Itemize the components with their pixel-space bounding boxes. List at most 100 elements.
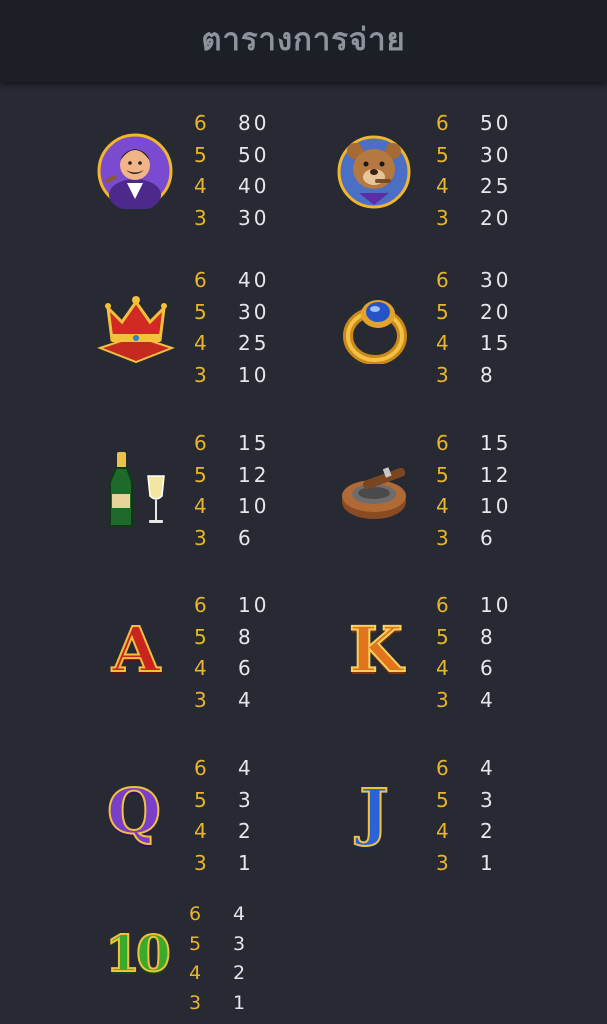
- champagne-icon: [104, 450, 168, 530]
- payout-value: 2: [233, 962, 249, 984]
- count-label: 6: [436, 431, 449, 455]
- payout-value: 10: [238, 362, 270, 387]
- payout-value: 30: [238, 299, 270, 324]
- count-label: 3: [436, 525, 449, 550]
- count-label: 3: [436, 362, 449, 387]
- payout-value: 4: [238, 687, 254, 712]
- letter-a-icon: A: [111, 612, 161, 687]
- payout-value: 40: [238, 174, 270, 199]
- count-label: 5: [194, 299, 207, 324]
- cigar-ashtray-icon: [340, 460, 410, 522]
- count-label: 6: [194, 593, 207, 617]
- payout-value: 15: [480, 431, 512, 455]
- payout-value: 4: [233, 903, 249, 925]
- count-label: 5: [194, 624, 207, 649]
- payout-value: 50: [480, 111, 512, 135]
- payout-value: 10: [238, 494, 270, 519]
- count-label: 6: [194, 431, 207, 455]
- count-label: 3: [194, 362, 207, 387]
- count-label: 5: [189, 932, 202, 955]
- count-label: 5: [436, 299, 449, 324]
- payout-value: 30: [238, 205, 270, 230]
- payout-value: 25: [238, 331, 270, 356]
- count-label: 5: [436, 624, 449, 649]
- payout-value: 6: [480, 656, 496, 681]
- count-label: 4: [194, 819, 207, 844]
- count-label: 4: [194, 174, 207, 199]
- count-label: 3: [436, 687, 449, 712]
- count-label: 3: [436, 205, 449, 230]
- count-label: 6: [436, 111, 449, 135]
- count-label: 3: [194, 205, 207, 230]
- count-label: 6: [436, 756, 449, 780]
- count-label: 5: [194, 462, 207, 487]
- count-label: 3: [194, 525, 207, 550]
- count-label: 6: [194, 111, 207, 135]
- count-label: 5: [436, 142, 449, 167]
- number-10-icon: 10: [104, 923, 172, 984]
- payout-value: 8: [480, 624, 496, 649]
- count-label: 6: [194, 268, 207, 292]
- payout-value: 80: [238, 111, 270, 135]
- payout-value: 20: [480, 299, 512, 324]
- payout-value: 2: [238, 819, 254, 844]
- count-label: 5: [194, 787, 207, 812]
- payout-value: 1: [238, 850, 254, 875]
- payout-value: 4: [238, 756, 254, 780]
- count-label: 3: [189, 991, 202, 1014]
- payout-value: 10: [480, 494, 512, 519]
- payout-value: 4: [480, 756, 496, 780]
- letter-q-icon: Q: [106, 774, 162, 849]
- crown-icon: [96, 288, 176, 368]
- payout-value: 3: [238, 787, 254, 812]
- payout-value: 25: [480, 174, 512, 199]
- payout-value: 12: [238, 462, 270, 487]
- payout-value: 8: [480, 362, 496, 387]
- payout-value: 50: [238, 142, 270, 167]
- sapphire-ring-icon: [340, 292, 410, 365]
- count-label: 4: [436, 174, 449, 199]
- payout-value: 1: [480, 850, 496, 875]
- payout-value: 10: [238, 593, 270, 617]
- payout-value: 6: [480, 525, 496, 550]
- letter-j-icon: J: [358, 774, 389, 849]
- count-label: 3: [194, 850, 207, 875]
- count-label: 6: [436, 593, 449, 617]
- payout-value: 15: [238, 431, 270, 455]
- payout-value: 30: [480, 268, 512, 292]
- count-label: 4: [436, 331, 449, 356]
- header-bar: ตารางการจ่าย: [0, 0, 607, 82]
- count-label: 5: [194, 142, 207, 167]
- count-label: 4: [194, 656, 207, 681]
- count-label: 5: [436, 462, 449, 487]
- count-label: 6: [189, 903, 202, 925]
- count-label: 4: [194, 494, 207, 519]
- payout-value: 6: [238, 525, 254, 550]
- count-label: 6: [436, 268, 449, 292]
- payout-value: 3: [480, 787, 496, 812]
- count-label: 4: [436, 656, 449, 681]
- payout-value: 8: [238, 624, 254, 649]
- count-label: 4: [436, 819, 449, 844]
- bear-with-cigar-icon: [337, 135, 411, 209]
- payout-value: 2: [480, 819, 496, 844]
- payout-value: 30: [480, 142, 512, 167]
- page-title: ตารางการจ่าย: [201, 22, 406, 58]
- count-label: 4: [436, 494, 449, 519]
- payout-value: 40: [238, 268, 270, 292]
- count-label: 5: [436, 787, 449, 812]
- payout-value: 4: [480, 687, 496, 712]
- payout-value: 6: [238, 656, 254, 681]
- payout-value: 1: [233, 991, 249, 1014]
- count-label: 4: [189, 962, 202, 984]
- payout-value: 10: [480, 593, 512, 617]
- count-label: 6: [194, 756, 207, 780]
- count-label: 4: [194, 331, 207, 356]
- payout-value: 15: [480, 331, 512, 356]
- payout-value: 12: [480, 462, 512, 487]
- count-label: 3: [194, 687, 207, 712]
- mobster-boss-icon: [97, 133, 173, 211]
- letter-k-icon: K: [348, 612, 404, 687]
- payout-value: 3: [233, 932, 249, 955]
- payout-value: 20: [480, 205, 512, 230]
